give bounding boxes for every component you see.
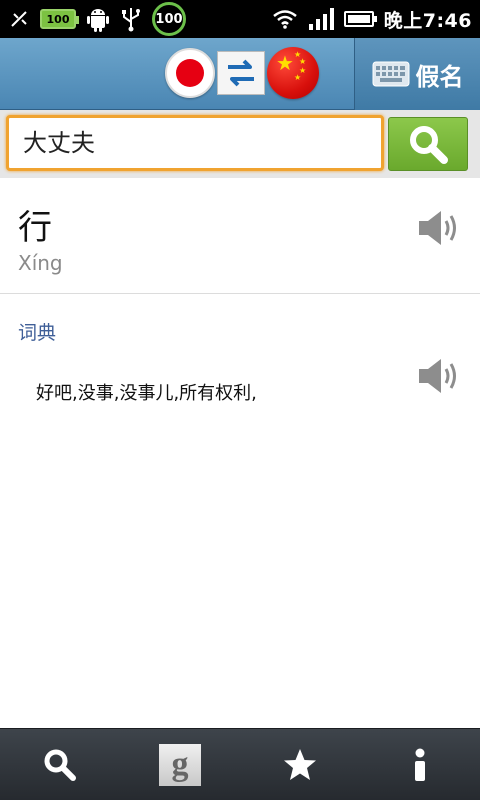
- star-icon: [284, 748, 316, 780]
- battery-icon: [343, 11, 377, 27]
- usb-icon: [120, 6, 142, 32]
- dictionary-definition: 好吧,没事,没事儿,所有权利,: [36, 383, 257, 404]
- swap-language-button[interactable]: [217, 51, 265, 95]
- speaker-icon[interactable]: [416, 206, 464, 250]
- divider: [0, 293, 480, 294]
- keyboard-icon: [372, 61, 410, 87]
- dictionary-label: 词典: [18, 322, 57, 344]
- result-headword: 行: [18, 208, 52, 248]
- usb-debug-icon: [10, 10, 30, 28]
- signal-icon: [308, 8, 334, 30]
- status-time: 晚上7:46: [383, 9, 472, 32]
- google-icon-label: g: [171, 745, 189, 783]
- status-bar: 100 100 晚上7:46: [0, 0, 480, 38]
- app-header: ★ ★ ★ ★ ★ 假名: [0, 38, 480, 110]
- kana-keyboard-button[interactable]: 假名: [354, 38, 480, 110]
- swap-arrows-icon: [228, 59, 254, 87]
- search-input[interactable]: 大丈夫: [6, 115, 384, 171]
- bottom-nav: g: [0, 728, 480, 800]
- result-pinyin: Xíng: [18, 251, 63, 275]
- wifi-icon: [272, 9, 298, 29]
- search-icon: [410, 126, 448, 164]
- language-selector: ★ ★ ★ ★ ★: [165, 47, 319, 99]
- circle-badge: 100: [152, 2, 186, 36]
- nav-google-button[interactable]: g: [140, 735, 220, 795]
- japan-flag-icon[interactable]: [165, 48, 215, 98]
- nav-search-button[interactable]: [20, 735, 100, 795]
- google-icon: g: [159, 743, 201, 786]
- speaker-icon[interactable]: [416, 354, 464, 398]
- nav-favorites-button[interactable]: [260, 735, 340, 795]
- china-flag-icon[interactable]: ★ ★ ★ ★ ★: [267, 47, 319, 99]
- search-bar: 大丈夫: [0, 110, 480, 178]
- nav-info-button[interactable]: [380, 735, 460, 795]
- info-icon: [415, 748, 425, 781]
- search-icon: [44, 749, 76, 781]
- kana-button-label: 假名: [415, 62, 464, 91]
- search-button[interactable]: [388, 117, 468, 171]
- android-icon: [86, 6, 110, 32]
- battery-app-text: 100: [46, 12, 70, 26]
- battery-app-icon: 100: [40, 9, 79, 29]
